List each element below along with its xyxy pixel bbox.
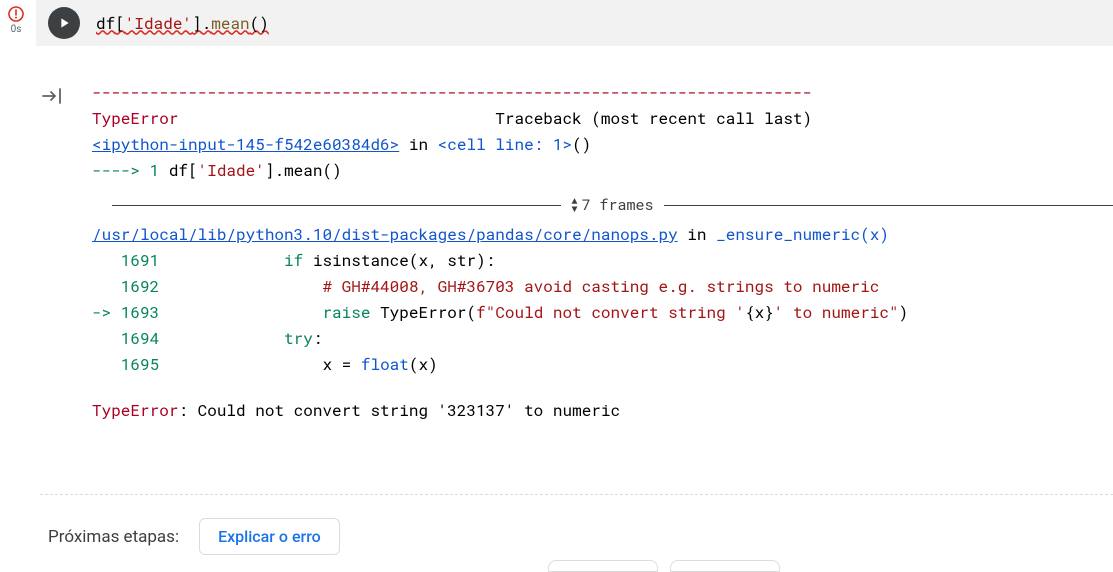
source-file-link[interactable]: /usr/local/lib/python3.10/dist-packages/… bbox=[92, 224, 678, 245]
frames-rule bbox=[112, 205, 561, 206]
suggestion-button[interactable] bbox=[670, 560, 780, 572]
text: mean bbox=[284, 160, 322, 181]
text: x bbox=[755, 302, 765, 323]
frames-collapsed-row: ▲▼ 7 frames bbox=[92, 192, 1113, 218]
source-line: 1694 try: bbox=[92, 326, 1113, 352]
traceback-arrow-line: ----> 1 df['Idade'].mean() bbox=[92, 158, 1113, 184]
lineno: 1692 bbox=[92, 276, 169, 297]
lineno: 1694 bbox=[92, 328, 169, 349]
text: (x) bbox=[409, 354, 438, 375]
text: # GH#44008, GH#36703 avoid casting e.g. … bbox=[322, 276, 879, 297]
code-token: () bbox=[250, 13, 269, 34]
source-line-active: -> 1693 raise TypeError(f"Could not conv… bbox=[92, 300, 1113, 326]
text: 'Idade' bbox=[198, 160, 265, 181]
cell-output: ----------------------------------------… bbox=[92, 80, 1113, 424]
toggle-output-button[interactable] bbox=[40, 84, 64, 112]
lineno: 1691 bbox=[92, 250, 169, 271]
text: f"Could not convert string ' bbox=[476, 302, 745, 323]
arrow: -> bbox=[92, 302, 121, 323]
text bbox=[169, 328, 284, 349]
cell-divider bbox=[40, 494, 1113, 495]
text: ' to numeric" bbox=[774, 302, 899, 323]
text: float bbox=[361, 354, 409, 375]
traceback-label: Traceback (most recent call last) bbox=[495, 108, 812, 129]
source-line: 1695 x = float(x) bbox=[92, 352, 1113, 378]
text: ] bbox=[265, 160, 275, 181]
code-token: df bbox=[96, 13, 115, 34]
text: (x) bbox=[860, 224, 889, 245]
ipython-input-link[interactable]: <ipython-input-145-f542e60384d6> bbox=[92, 134, 399, 155]
text: ( bbox=[467, 302, 477, 323]
source-line: 1691 if isinstance(x, str): bbox=[92, 248, 1113, 274]
execution-time: 0s bbox=[11, 24, 22, 35]
text: raise bbox=[322, 302, 370, 323]
code-token: mean bbox=[211, 13, 249, 34]
text: ) bbox=[899, 302, 909, 323]
text: () bbox=[322, 160, 341, 181]
frames-count: 7 frames bbox=[582, 192, 654, 218]
error-message: : Could not convert string '323137' to n… bbox=[178, 400, 620, 421]
expand-icon: ▲▼ bbox=[571, 197, 577, 213]
code-cell-input-row: df['Idade'].mean() bbox=[36, 0, 1113, 46]
text: TypeError bbox=[380, 302, 466, 323]
code-input[interactable]: df['Idade'].mean() bbox=[96, 13, 269, 34]
error-type: TypeError bbox=[92, 108, 178, 129]
frames-expand-button[interactable]: ▲▼ 7 frames bbox=[561, 192, 663, 218]
text bbox=[169, 302, 323, 323]
lineno: 1693 bbox=[121, 302, 169, 323]
traceback-location: <ipython-input-145-f542e60384d6> in <cel… bbox=[92, 132, 1113, 158]
explain-error-button[interactable]: Explicar o erro bbox=[199, 518, 340, 555]
text: df[ bbox=[169, 160, 198, 181]
function-name: _ensure_numeric bbox=[716, 224, 860, 245]
text: isinstance(x, str): bbox=[303, 250, 495, 271]
spacer bbox=[178, 108, 495, 129]
lineno: 1695 bbox=[92, 354, 169, 375]
error-type: TypeError bbox=[92, 400, 178, 421]
code-token: . bbox=[202, 13, 212, 34]
text bbox=[169, 250, 284, 271]
cell-line-ref: <cell line: 1> bbox=[438, 134, 572, 155]
text bbox=[169, 276, 323, 297]
frames-rule bbox=[664, 205, 1113, 206]
suggestion-buttons-row bbox=[548, 560, 780, 572]
next-steps-label: Próximas etapas: bbox=[48, 527, 179, 547]
text: { bbox=[745, 302, 755, 323]
text: = bbox=[342, 354, 352, 375]
text: . bbox=[274, 160, 284, 181]
code-token: [ bbox=[115, 13, 125, 34]
suggestion-button[interactable] bbox=[548, 560, 658, 572]
code-token: 'Idade' bbox=[125, 13, 192, 34]
text: : bbox=[313, 328, 323, 349]
text bbox=[370, 302, 380, 323]
text: try bbox=[284, 328, 313, 349]
text: in bbox=[399, 134, 437, 155]
text: } bbox=[764, 302, 774, 323]
text: in bbox=[678, 224, 716, 245]
text bbox=[351, 354, 361, 375]
source-line: 1692 # GH#44008, GH#36703 avoid casting … bbox=[92, 274, 1113, 300]
text: if bbox=[284, 250, 303, 271]
arrow: ----> 1 bbox=[92, 160, 169, 181]
text: x bbox=[169, 354, 342, 375]
text: () bbox=[572, 134, 591, 155]
traceback-file: /usr/local/lib/python3.10/dist-packages/… bbox=[92, 222, 1113, 248]
run-cell-button[interactable] bbox=[48, 7, 80, 39]
code-token: ] bbox=[192, 13, 202, 34]
error-icon bbox=[8, 6, 24, 22]
final-error: TypeError: Could not convert string '323… bbox=[92, 398, 1113, 424]
traceback-header: TypeError Traceback (most recent call la… bbox=[92, 106, 1113, 132]
traceback-separator: ----------------------------------------… bbox=[92, 80, 1113, 106]
